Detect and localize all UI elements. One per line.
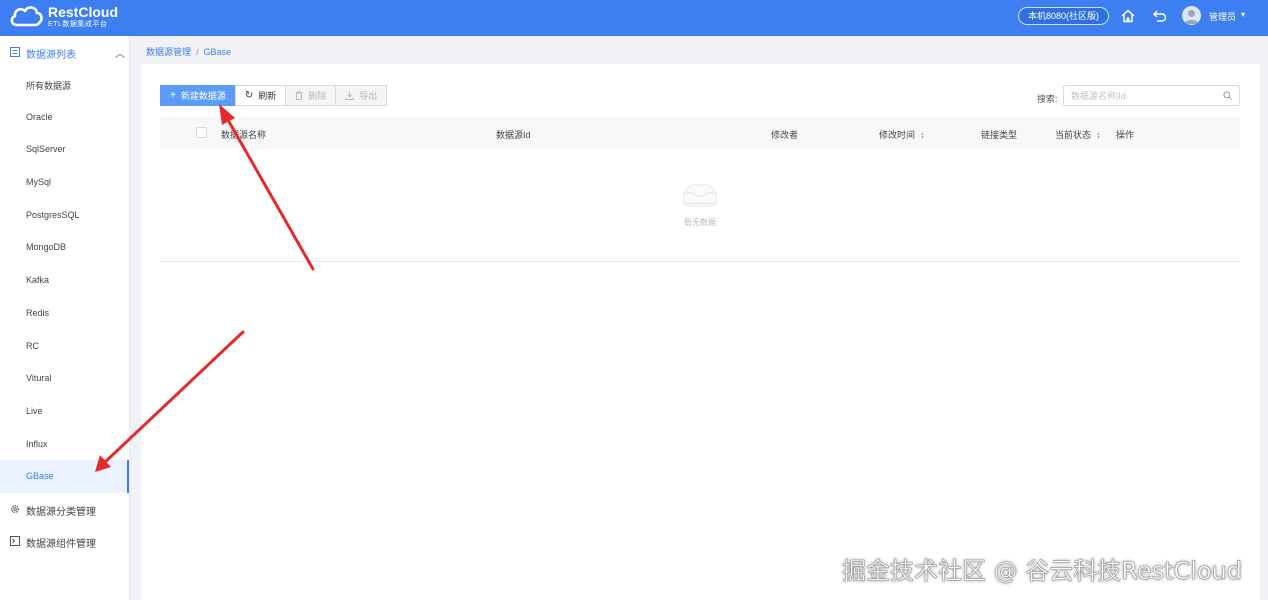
sidebar-group-datasource-list[interactable]: 数据源列表 ︿ (0, 36, 129, 68)
empty-text: 暂无数据 (684, 218, 716, 227)
refresh-icon: ↻ (244, 90, 254, 101)
sidebar: 数据源列表 ︿ 所有数据源 Oracle SqlServer MySql Pos… (0, 36, 130, 600)
sidebar-item-label: Influx (26, 438, 48, 449)
column-header-name: 数据源名称 (221, 130, 267, 140)
sidebar-item-label: MySql (26, 177, 52, 188)
app-logo[interactable]: RestCloud ETL数据集成平台 (8, 3, 118, 29)
sidebar-item-postgressql[interactable]: PostgresSQL (0, 199, 129, 232)
chevron-up-icon[interactable]: ︿ (115, 45, 125, 60)
sidebar-item-category-manage[interactable]: 数据源分类管理 (0, 493, 129, 525)
sidebar-item-label: 数据源分类管理 (26, 506, 96, 518)
refresh-button[interactable]: ↻ 刷新 (234, 85, 287, 106)
search-label: 搜索: (1037, 94, 1058, 104)
sidebar-item-sqlserver[interactable]: SqlServer (0, 133, 129, 166)
column-header-editor: 修改者 (771, 130, 799, 140)
top-header: RestCloud ETL数据集成平台 本机8080(社区版) 管理员 ▾ (0, 0, 1268, 36)
logo-subtitle: ETL数据集成平台 (48, 20, 108, 28)
sidebar-item-label: Live (26, 405, 43, 416)
home-icon[interactable] (1120, 8, 1136, 24)
search-input[interactable] (1071, 86, 1221, 105)
sidebar-item-live[interactable]: Live (0, 395, 129, 428)
column-header-status-label: 当前状态 (1055, 130, 1092, 140)
refresh-label: 刷新 (258, 91, 277, 101)
sidebar-item-label: SqlServer (26, 144, 66, 155)
sidebar-item-label: RC (26, 340, 39, 351)
column-header-edit-time[interactable]: 修改时间 ▲ ▼ (879, 128, 925, 141)
column-header-link-type: 链接类型 (981, 130, 1018, 140)
sidebar-item-label: Kafka (26, 275, 50, 286)
gear-icon (11, 505, 19, 513)
toolbar: + 新建数据源 ↻ 刷新 删除 导出 (160, 85, 388, 106)
sidebar-item-label: 所有数据源 (26, 81, 72, 91)
chevron-down-icon[interactable]: ▾ (1241, 10, 1245, 19)
avatar[interactable] (1182, 6, 1201, 25)
sidebar-item-mysql[interactable]: MySql (0, 166, 129, 199)
back-icon[interactable] (1152, 8, 1168, 24)
breadcrumb-parent[interactable]: 数据源管理 (146, 47, 191, 57)
sidebar-item-label: Oracle (26, 111, 53, 122)
list-icon (10, 47, 20, 57)
sidebar-item-label: PostgresSQL (26, 209, 80, 220)
cloud-logo-icon (10, 6, 43, 27)
sidebar-item-redis[interactable]: Redis (0, 297, 129, 330)
sidebar-item-component-manage[interactable]: 数据源组件管理 (0, 525, 129, 557)
sidebar-item-oracle[interactable]: Oracle (0, 101, 129, 134)
sidebar-item-mongodb[interactable]: MongoDB (0, 231, 129, 264)
column-header-action: 操作 (1116, 130, 1135, 140)
column-header-id: 数据源Id (496, 130, 531, 140)
user-name[interactable]: 管理员 (1209, 10, 1236, 23)
terminal-icon (10, 535, 20, 546)
sidebar-item-label: Redis (26, 307, 50, 318)
trash-icon (295, 91, 303, 100)
sidebar-item-all[interactable]: 所有数据源 (0, 68, 129, 101)
breadcrumb-separator: / (196, 47, 199, 57)
sidebar-item-label: 数据源组件管理 (26, 538, 96, 550)
watermark: 掘金技术社区 @ 谷云科技RestCloud (842, 557, 1243, 586)
new-datasource-button[interactable]: + 新建数据源 (160, 85, 236, 106)
sidebar-item-influx[interactable]: Influx (0, 428, 129, 461)
table-divider (160, 261, 1240, 262)
sidebar-item-label: GBase (26, 471, 54, 482)
sidebar-item-label: MongoDB (26, 242, 67, 253)
sidebar-item-rc[interactable]: RC (0, 330, 129, 363)
sidebar-item-gbase[interactable]: GBase (0, 460, 129, 493)
sidebar-group-label: 数据源列表 (26, 50, 76, 61)
export-label: 导出 (359, 91, 378, 101)
host-badge[interactable]: 本机8080(社区版) (1018, 7, 1110, 25)
export-button[interactable]: 导出 (335, 85, 388, 106)
search-box[interactable] (1063, 85, 1240, 106)
table-header: 数据源名称 数据源Id 修改者 修改时间 ▲ ▼ 链接类型 当前状态 ▲ ▼ 操作 (160, 117, 1240, 149)
plus-icon: + (170, 90, 176, 101)
search-icon[interactable] (1223, 91, 1232, 100)
column-header-status[interactable]: 当前状态 ▲ ▼ (1055, 128, 1101, 141)
sort-icon[interactable]: ▲ ▼ (920, 131, 925, 140)
empty-box-icon (682, 184, 718, 208)
sort-icon[interactable]: ▲ ▼ (1096, 131, 1101, 140)
user-avatar-icon (1184, 10, 1199, 24)
breadcrumb: 数据源管理 / GBase (146, 45, 231, 58)
new-datasource-label: 新建数据源 (180, 91, 226, 101)
sidebar-item-vitural[interactable]: Vitural (0, 362, 129, 395)
select-all-checkbox[interactable] (196, 127, 207, 138)
column-header-edit-time-label: 修改时间 (879, 130, 916, 140)
logo-title: RestCloud (48, 3, 118, 20)
delete-label: 删除 (308, 91, 327, 101)
breadcrumb-current: GBase (203, 47, 232, 57)
sidebar-item-label: Vitural (26, 373, 52, 384)
sidebar-item-kafka[interactable]: Kafka (0, 264, 129, 297)
download-icon (345, 91, 355, 100)
delete-button[interactable]: 删除 (285, 85, 337, 106)
